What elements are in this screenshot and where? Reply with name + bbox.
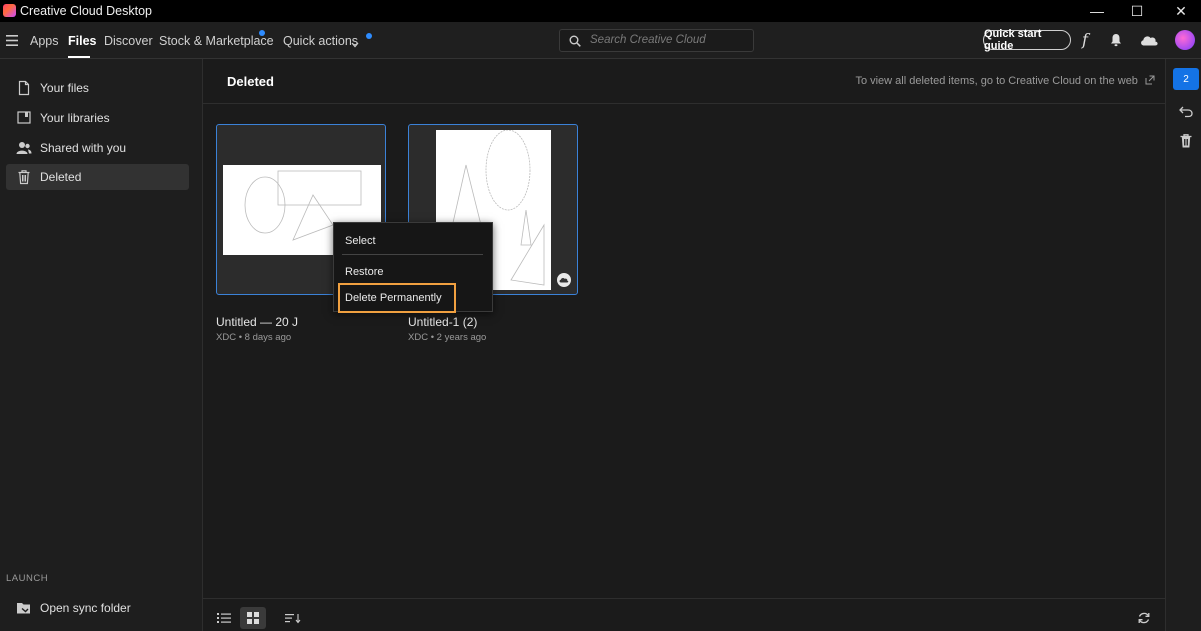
sidebar-item-shared-with-you[interactable]: Shared with you — [6, 135, 189, 161]
sidebar-item-label: Your files — [40, 81, 89, 95]
cloud-status-icon — [557, 273, 571, 287]
sidebar-item-label: Deleted — [40, 170, 82, 184]
sidebar: Your files Your libraries Shared with yo… — [0, 59, 203, 631]
sync-folder-icon — [16, 600, 32, 616]
file-meta: XDC • 2 years ago — [408, 332, 487, 343]
context-menu: Select Restore Delete Permanently — [333, 222, 493, 313]
trash-icon — [16, 169, 32, 185]
web-link-hint[interactable]: To view all deleted items, go to Creativ… — [855, 75, 1155, 87]
menu-item-select[interactable]: Select — [345, 235, 376, 247]
launch-section-heading: LAUNCH — [6, 573, 49, 584]
nav-stock-marketplace[interactable]: Stock & Marketplace — [159, 34, 274, 48]
sort-button[interactable] — [280, 607, 306, 629]
nav-quick-actions[interactable]: Quick actions — [283, 34, 358, 48]
search-icon — [569, 35, 581, 50]
web-hint-text: To view all deleted items, go to Creativ… — [855, 75, 1138, 87]
nav-discover[interactable]: Discover — [104, 34, 153, 48]
external-link-icon — [1141, 75, 1155, 87]
close-button[interactable]: ✕ — [1159, 0, 1201, 22]
list-view-button[interactable] — [211, 607, 237, 629]
libraries-icon — [16, 110, 32, 126]
file-name: Untitled-1 (2) — [408, 315, 478, 329]
restore-undo-icon[interactable] — [1179, 104, 1193, 121]
active-tab-indicator — [68, 56, 90, 58]
highlight-box — [338, 283, 456, 313]
file-meta: XDC • 8 days ago — [216, 332, 292, 343]
minimize-button[interactable]: — — [1075, 0, 1119, 22]
window-title: Creative Cloud Desktop — [20, 4, 153, 18]
hamburger-menu-icon[interactable] — [6, 35, 18, 46]
open-sync-folder-label: Open sync folder — [40, 601, 131, 615]
user-avatar[interactable] — [1175, 30, 1195, 50]
notification-dot — [259, 30, 265, 36]
search-input[interactable]: Search Creative Cloud — [590, 34, 706, 46]
nav-files[interactable]: Files — [68, 34, 97, 48]
selection-count-badge[interactable]: 2 — [1173, 68, 1199, 90]
grid-view-button[interactable] — [240, 607, 266, 629]
open-sync-folder-button[interactable]: Open sync folder — [6, 595, 189, 621]
file-name: Untitled — 20 J — [216, 315, 299, 329]
refresh-icon[interactable] — [1131, 607, 1157, 629]
fonts-icon[interactable]: f — [1082, 30, 1088, 49]
shared-users-icon — [16, 140, 32, 156]
trash-icon[interactable] — [1178, 133, 1194, 152]
bell-icon[interactable] — [1110, 33, 1122, 50]
sidebar-item-your-files[interactable]: Your files — [6, 75, 189, 101]
sidebar-item-label: Your libraries — [40, 111, 110, 125]
top-navigation: Apps Files Discover Stock & Marketplace … — [0, 22, 1201, 59]
cloud-icon[interactable] — [1139, 34, 1159, 49]
nav-apps[interactable]: Apps — [30, 34, 59, 48]
sidebar-item-deleted[interactable]: Deleted — [6, 164, 189, 190]
notification-dot — [366, 33, 372, 39]
menu-divider — [342, 254, 483, 255]
bottom-toolbar — [203, 598, 1165, 631]
sidebar-item-your-libraries[interactable]: Your libraries — [6, 105, 189, 131]
menu-item-restore[interactable]: Restore — [345, 266, 384, 278]
maximize-button[interactable]: ☐ — [1115, 0, 1159, 22]
page-title: Deleted — [227, 74, 274, 89]
title-bar: Creative Cloud Desktop — ☐ ✕ — [0, 0, 1201, 22]
creative-cloud-logo-icon — [3, 4, 16, 17]
right-rail: 2 — [1165, 59, 1201, 631]
sidebar-item-label: Shared with you — [40, 141, 127, 155]
content-header: Deleted To view all deleted items, go to… — [203, 59, 1165, 104]
file-icon — [16, 80, 32, 96]
search-field[interactable]: Search Creative Cloud — [559, 29, 754, 52]
quick-start-guide-button[interactable]: Quick start guide — [983, 28, 1071, 52]
chevron-down-icon[interactable] — [351, 37, 359, 51]
